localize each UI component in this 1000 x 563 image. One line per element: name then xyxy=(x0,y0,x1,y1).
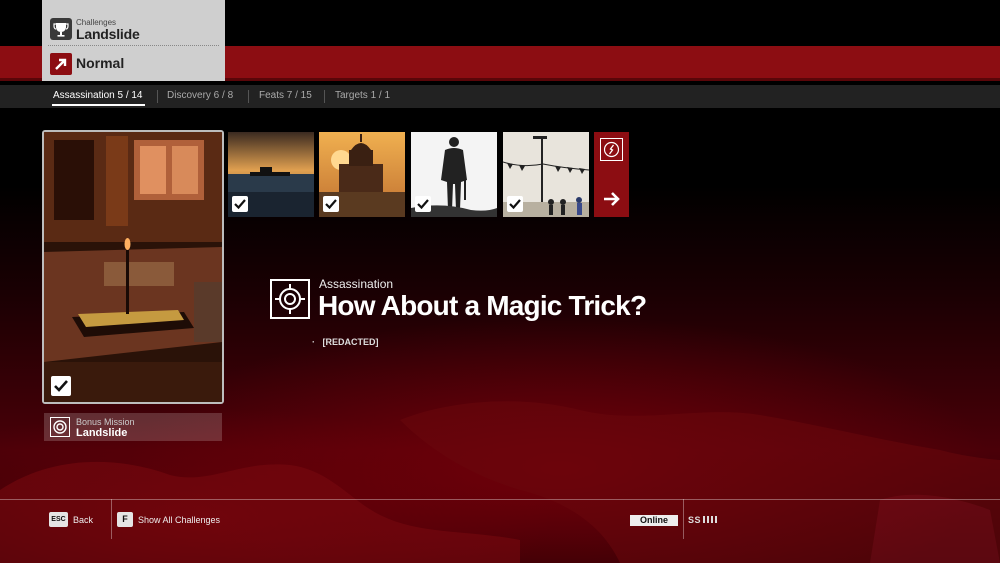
mission-label: Bonus Mission Landslide xyxy=(44,413,222,441)
tab-targets[interactable]: Targets 1 / 1 xyxy=(335,90,390,101)
esc-key-icon: ESC xyxy=(49,512,68,527)
show-all-challenges-button[interactable]: Show All Challenges xyxy=(138,515,220,525)
tab-discovery[interactable]: Discovery 6 / 8 xyxy=(167,90,233,101)
next-page-button[interactable] xyxy=(594,132,629,217)
target-icon xyxy=(50,417,70,437)
completed-check-icon xyxy=(232,196,248,212)
challenge-tabs: Assassination 5 / 14 Discovery 6 / 8 Fea… xyxy=(0,85,1000,108)
footer-vertical-divider xyxy=(683,499,684,539)
challenge-thumbnail[interactable] xyxy=(228,132,314,217)
challenge-thumbnail[interactable] xyxy=(503,132,589,217)
connection-label: SS xyxy=(688,515,702,525)
mission-title: Landslide xyxy=(76,427,128,439)
challenge-header: Challenges Landslide Normal xyxy=(42,0,225,81)
back-button[interactable]: Back xyxy=(73,515,93,525)
mission-small-label: Bonus Mission xyxy=(76,417,135,427)
tab-feats[interactable]: Feats 7 / 15 xyxy=(259,90,312,101)
compass-icon xyxy=(600,138,623,166)
connection-indicator: SS xyxy=(688,515,719,525)
completed-check-icon xyxy=(323,196,339,212)
signal-bars-icon xyxy=(703,515,719,525)
tab-divider xyxy=(157,90,158,103)
arrow-right-icon xyxy=(602,191,621,212)
challenge-category: Assassination xyxy=(319,277,394,291)
tab-divider xyxy=(248,90,249,103)
active-tab-indicator xyxy=(52,104,145,106)
crosshair-icon xyxy=(270,279,310,319)
tab-assassination[interactable]: Assassination 5 / 14 xyxy=(53,90,143,101)
header-divider xyxy=(48,45,219,46)
challenge-title: How About a Magic Trick? xyxy=(318,290,647,321)
online-status-badge: Online xyxy=(630,515,678,526)
f-key-icon: F xyxy=(117,512,133,527)
completed-check-icon xyxy=(51,376,71,396)
arrow-up-right-icon xyxy=(50,53,72,75)
difficulty-label: Normal xyxy=(76,55,125,71)
challenge-image xyxy=(44,132,222,402)
difficulty-row: Normal xyxy=(42,47,225,81)
selected-challenge-card[interactable] xyxy=(42,130,224,404)
challenge-thumbnail[interactable] xyxy=(411,132,497,217)
challenge-description: · [REDACTED] xyxy=(312,337,379,347)
challenge-thumbnail[interactable] xyxy=(319,132,405,217)
footer-divider xyxy=(0,499,1000,500)
challenge-description-text: [REDACTED] xyxy=(322,337,379,347)
trophy-icon xyxy=(50,18,72,40)
completed-check-icon xyxy=(415,196,431,212)
category-title: Landslide xyxy=(76,26,140,42)
completed-check-icon xyxy=(507,196,523,212)
tab-divider xyxy=(324,90,325,103)
category-row: Challenges Landslide xyxy=(42,0,225,46)
footer-vertical-divider xyxy=(111,499,112,539)
